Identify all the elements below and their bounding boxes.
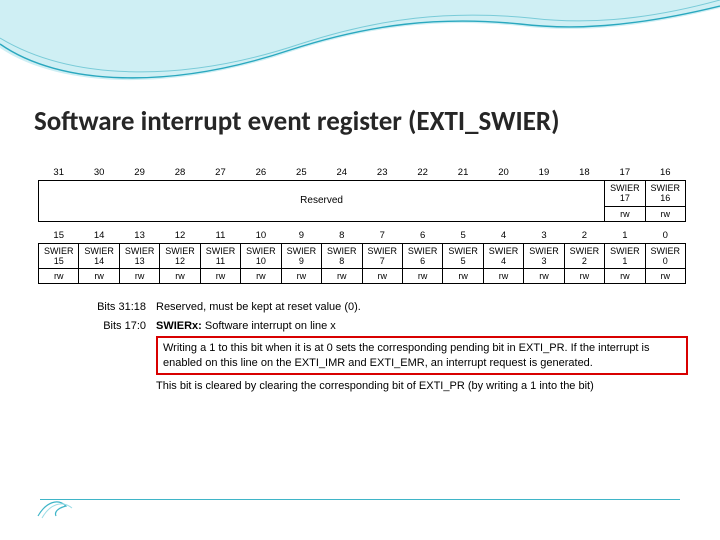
bit-number: 12 bbox=[160, 228, 200, 244]
field-cell: SWIER5 bbox=[443, 243, 483, 269]
bit-number: 14 bbox=[79, 228, 119, 244]
bit-number: 11 bbox=[200, 228, 240, 244]
rw-cell: rw bbox=[119, 269, 159, 284]
rw-cell: rw bbox=[281, 269, 321, 284]
bit-number: 19 bbox=[524, 165, 564, 181]
rw-cell: rw bbox=[79, 269, 119, 284]
bit-number: 6 bbox=[402, 228, 442, 244]
rw-cell: rw bbox=[645, 269, 685, 284]
bit-number: 21 bbox=[443, 165, 483, 181]
low-fieldname-row: SWIER15 SWIER14 SWIER13 SWIER12 SWIER11 … bbox=[39, 243, 686, 269]
register-low-table: 15 14 13 12 11 10 9 8 7 6 5 4 3 2 1 0 SW… bbox=[38, 228, 686, 285]
bit-number: 1 bbox=[605, 228, 645, 244]
field-swier17: SWIER17 bbox=[605, 181, 645, 207]
bit-number: 15 bbox=[39, 228, 79, 244]
slide-title: Software interrupt event register (EXTI_… bbox=[34, 105, 560, 138]
rw-cell: rw bbox=[605, 269, 645, 284]
field-cell: SWIER4 bbox=[483, 243, 523, 269]
low-bit-numbers-row: 15 14 13 12 11 10 9 8 7 6 5 4 3 2 1 0 bbox=[39, 228, 686, 244]
rw-cell: rw bbox=[160, 269, 200, 284]
field-cell: SWIER3 bbox=[524, 243, 564, 269]
rw-cell: rw bbox=[483, 269, 523, 284]
bit-number: 13 bbox=[119, 228, 159, 244]
bit-number: 23 bbox=[362, 165, 402, 181]
field-cell: SWIER6 bbox=[402, 243, 442, 269]
bit-number: 2 bbox=[564, 228, 604, 244]
bit-number: 26 bbox=[241, 165, 281, 181]
bit-number: 18 bbox=[564, 165, 604, 181]
desc-swier-tail: This bit is cleared by clearing the corr… bbox=[156, 379, 688, 394]
field-cell: SWIER11 bbox=[200, 243, 240, 269]
field-cell: SWIER13 bbox=[119, 243, 159, 269]
rw-cell: rw bbox=[564, 269, 604, 284]
rw-cell: rw bbox=[200, 269, 240, 284]
field-cell: SWIER0 bbox=[645, 243, 685, 269]
rw-cell: rw bbox=[605, 206, 645, 221]
desc-swier-row: Bits 17:0 SWIERx: Software interrupt on … bbox=[68, 319, 688, 394]
bit-number: 4 bbox=[483, 228, 523, 244]
register-high-table: 31 30 29 28 27 26 25 24 23 22 21 20 19 1… bbox=[38, 165, 686, 222]
high-bit-numbers-row: 31 30 29 28 27 26 25 24 23 22 21 20 19 1… bbox=[39, 165, 686, 181]
bit-number: 8 bbox=[322, 228, 362, 244]
rw-cell: rw bbox=[645, 206, 685, 221]
rw-cell: rw bbox=[524, 269, 564, 284]
bit-number: 16 bbox=[645, 165, 685, 181]
desc-reserved-row: Bits 31:18 Reserved, must be kept at res… bbox=[68, 300, 688, 315]
low-rw-row: rw rw rw rw rw rw rw rw rw rw rw rw rw r… bbox=[39, 269, 686, 284]
field-cell: SWIER10 bbox=[241, 243, 281, 269]
field-cell: SWIER8 bbox=[322, 243, 362, 269]
rw-cell: rw bbox=[322, 269, 362, 284]
desc-swier-rest: Software interrupt on line x bbox=[202, 320, 336, 332]
bit-number: 20 bbox=[483, 165, 523, 181]
bit-number: 5 bbox=[443, 228, 483, 244]
field-cell: SWIER12 bbox=[160, 243, 200, 269]
field-cell: SWIER15 bbox=[39, 243, 79, 269]
bit-number: 25 bbox=[281, 165, 321, 181]
bit-number: 29 bbox=[119, 165, 159, 181]
rw-cell: rw bbox=[39, 269, 79, 284]
bit-descriptions: Bits 31:18 Reserved, must be kept at res… bbox=[68, 300, 688, 398]
bit-number: 28 bbox=[160, 165, 200, 181]
bit-number: 0 bbox=[645, 228, 685, 244]
desc-text: Reserved, must be kept at reset value (0… bbox=[156, 300, 688, 315]
bit-number: 10 bbox=[241, 228, 281, 244]
field-cell: SWIER7 bbox=[362, 243, 402, 269]
field-cell: SWIER9 bbox=[281, 243, 321, 269]
field-swier16: SWIER16 bbox=[645, 181, 685, 207]
bit-number: 17 bbox=[605, 165, 645, 181]
bit-number: 30 bbox=[79, 165, 119, 181]
desc-label: Bits 31:18 bbox=[68, 300, 156, 315]
bit-number: 9 bbox=[281, 228, 321, 244]
field-cell: SWIER2 bbox=[564, 243, 604, 269]
reserved-cell: Reserved bbox=[39, 181, 605, 222]
register-layout: 31 30 29 28 27 26 25 24 23 22 21 20 19 1… bbox=[38, 165, 686, 290]
header-wave bbox=[0, 0, 720, 90]
desc-body: SWIERx: Software interrupt on line x Wri… bbox=[156, 319, 688, 394]
rw-cell: rw bbox=[241, 269, 281, 284]
bit-number: 7 bbox=[362, 228, 402, 244]
bit-number: 22 bbox=[402, 165, 442, 181]
field-cell: SWIER14 bbox=[79, 243, 119, 269]
rw-cell: rw bbox=[402, 269, 442, 284]
rw-cell: rw bbox=[362, 269, 402, 284]
field-cell: SWIER1 bbox=[605, 243, 645, 269]
desc-label: Bits 17:0 bbox=[68, 319, 156, 394]
desc-swier-bold: SWIERx: bbox=[156, 320, 202, 332]
bit-number: 27 bbox=[200, 165, 240, 181]
high-fieldname-row: Reserved SWIER17 SWIER16 bbox=[39, 181, 686, 207]
desc-swier-heading: SWIERx: Software interrupt on line x bbox=[156, 319, 688, 334]
rw-cell: rw bbox=[443, 269, 483, 284]
bit-number: 24 bbox=[322, 165, 362, 181]
footer-divider bbox=[40, 499, 680, 500]
bit-number: 3 bbox=[524, 228, 564, 244]
bit-number: 31 bbox=[39, 165, 79, 181]
highlighted-description: Writing a 1 to this bit when it is at 0 … bbox=[156, 336, 688, 376]
